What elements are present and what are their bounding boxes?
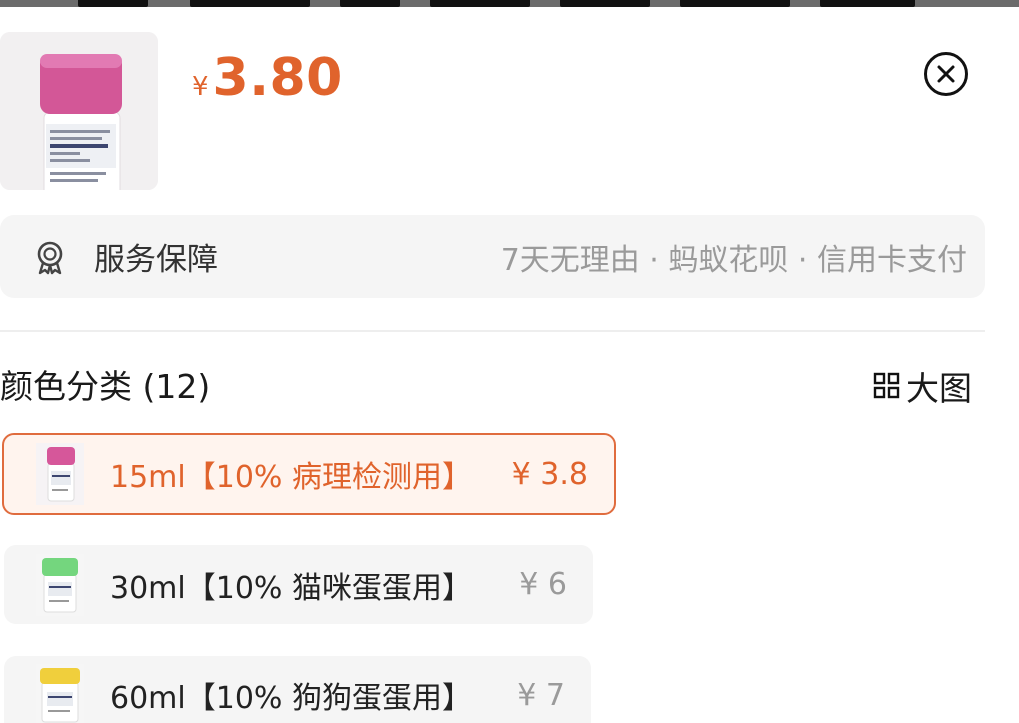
category-title: 颜色分类 (12): [0, 367, 211, 406]
close-button[interactable]: [924, 52, 968, 96]
product-image[interactable]: [0, 32, 158, 190]
badge-icon: [37, 241, 63, 274]
variant-name: 30ml【10% 猫咪蛋蛋用】: [110, 570, 472, 606]
cropped-header-strip: [0, 0, 1019, 12]
service-description: 7天无理由 · 蚂蚁花呗 · 信用卡支付: [500, 242, 967, 278]
variant-option-15ml[interactable]: 15ml【10% 病理检测用】 ¥ 3.8: [2, 433, 616, 515]
variant-price: ¥ 6: [519, 567, 567, 602]
close-icon: [937, 65, 955, 83]
variant-thumbnail: [36, 664, 84, 723]
grid-icon: [873, 372, 900, 399]
variant-option-30ml[interactable]: 30ml【10% 猫咪蛋蛋用】 ¥ 6: [4, 545, 593, 624]
product-price: ¥ 3.80: [192, 48, 343, 108]
variant-price: ¥ 3.8: [511, 456, 588, 492]
variant-name: 60ml【10% 狗狗蛋蛋用】: [110, 681, 472, 716]
service-label: 服务保障: [94, 242, 218, 278]
section-divider: [0, 330, 985, 332]
variant-thumbnail: [36, 443, 84, 505]
currency-symbol: ¥: [192, 72, 209, 102]
variant-price: ¥ 7: [517, 677, 565, 713]
price-value: 3.80: [212, 48, 343, 108]
variant-option-60ml[interactable]: 60ml【10% 狗狗蛋蛋用】 ¥ 7: [4, 656, 591, 723]
specimen-bottle-image: [0, 32, 158, 190]
service-guarantee-bar[interactable]: 服务保障 7天无理由 · 蚂蚁花呗 · 信用卡支付: [0, 215, 985, 298]
big-image-label: 大图: [906, 369, 972, 408]
big-image-button[interactable]: 大图: [872, 362, 972, 410]
variant-thumbnail: [36, 553, 84, 616]
variant-name: 15ml【10% 病理检测用】: [110, 460, 472, 495]
